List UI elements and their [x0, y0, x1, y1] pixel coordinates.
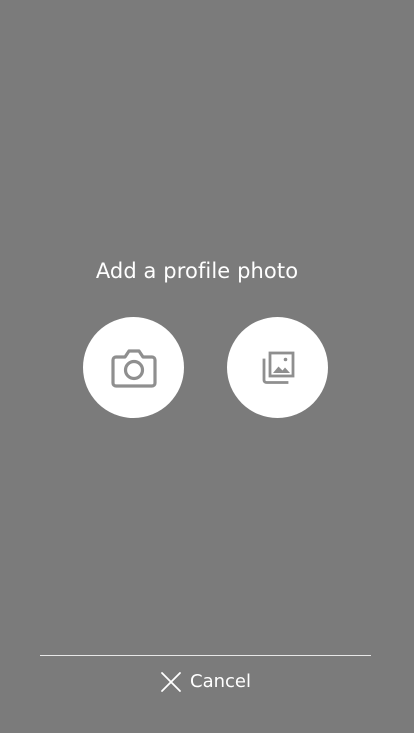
take-photo-button[interactable]	[83, 317, 184, 418]
photo-gallery-icon	[262, 351, 294, 384]
choose-from-gallery-button[interactable]	[227, 317, 328, 418]
profile-photo-screen: Add a profile photo Cancel	[0, 0, 414, 733]
camera-icon	[110, 348, 157, 388]
close-icon	[161, 672, 181, 692]
page-title: Add a profile photo	[95, 259, 299, 283]
cancel-button[interactable]: Cancel	[160, 668, 251, 696]
cancel-label: Cancel	[190, 671, 251, 692]
footer-divider	[40, 655, 371, 656]
